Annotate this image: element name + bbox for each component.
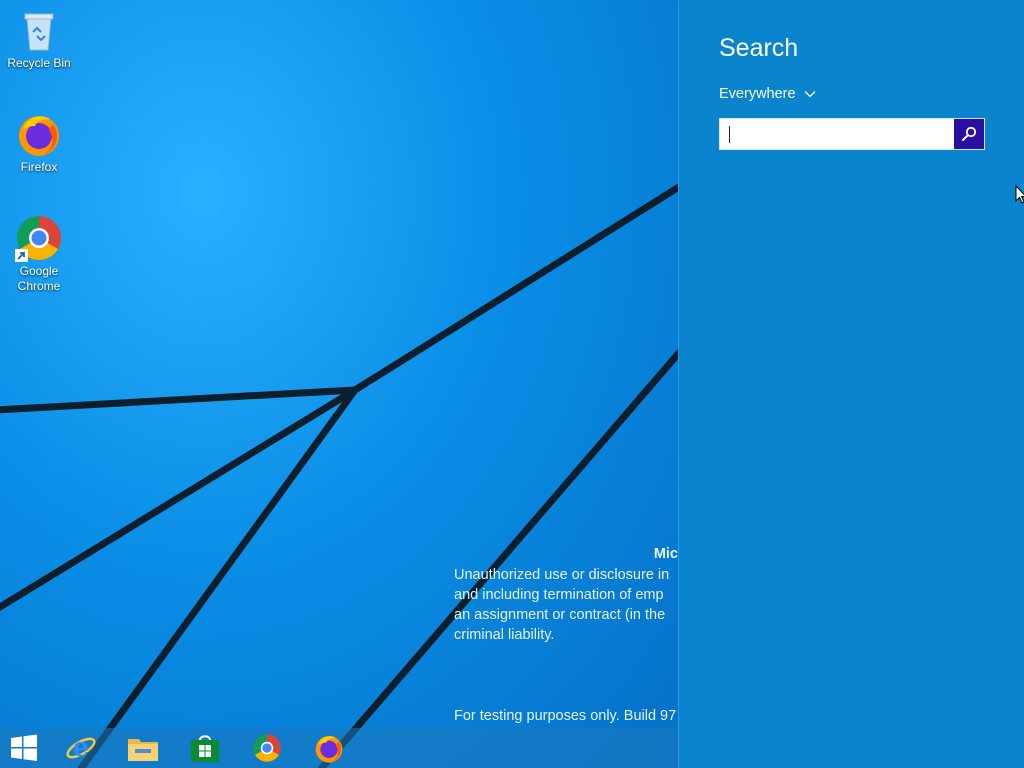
file-explorer-icon [128,739,158,761]
taskbar-chrome[interactable] [239,728,295,768]
mouse-cursor-icon [1015,185,1024,204]
build-watermark: For testing purposes only. Build 97 [454,708,677,724]
search-charm-pane: Search Everywhere [678,0,1024,768]
search-button[interactable] [954,119,984,149]
firefox-icon [15,110,63,158]
taskbar: e [0,728,678,768]
taskbar-internet-explorer[interactable]: e [53,728,109,768]
chrome-icon [253,734,281,762]
svg-text:e: e [73,733,90,763]
search-charm-title: Search [719,34,799,62]
taskbar-store[interactable] [177,728,233,768]
desktop: Recycle Bin Firefox Google Chrome Mic Un… [0,0,678,768]
search-input[interactable] [720,119,970,149]
recycle-bin-icon [15,6,63,54]
chevron-down-icon [804,91,816,98]
search-box [719,118,985,150]
watermark-line: and including termination of emp [454,587,664,603]
evaluation-watermark: Mic Unauthorized use or disclosure in an… [454,544,678,645]
taskbar-file-explorer[interactable] [115,728,171,768]
search-scope-dropdown[interactable]: Everywhere [719,86,816,102]
search-scope-label: Everywhere [719,86,796,102]
shortcut-arrow-icon [15,249,28,262]
wallpaper-lines [0,183,678,768]
desktop-icon-label: Google Chrome [17,264,61,293]
chrome-icon [15,214,63,262]
desktop-icon-label: Recycle Bin [7,56,71,70]
watermark-line: Unauthorized use or disclosure in [454,567,670,583]
store-icon [191,735,219,762]
internet-explorer-icon: e [66,733,96,763]
desktop-icon-firefox[interactable]: Firefox [4,110,74,175]
watermark-title: Mic [653,546,678,562]
desktop-icon-recycle-bin[interactable]: Recycle Bin [4,6,74,71]
taskbar-firefox[interactable] [301,728,357,768]
start-button[interactable] [0,728,52,768]
firefox-icon [315,736,343,763]
search-icon [962,126,977,141]
windows-logo-icon [11,734,37,761]
watermark-line: criminal liability. [454,627,555,643]
desktop-icon-label: Firefox [20,160,58,174]
watermark-line: an assignment or contract (in the [454,607,666,623]
desktop-icon-google-chrome[interactable]: Google Chrome [4,214,74,294]
text-caret [729,126,730,143]
